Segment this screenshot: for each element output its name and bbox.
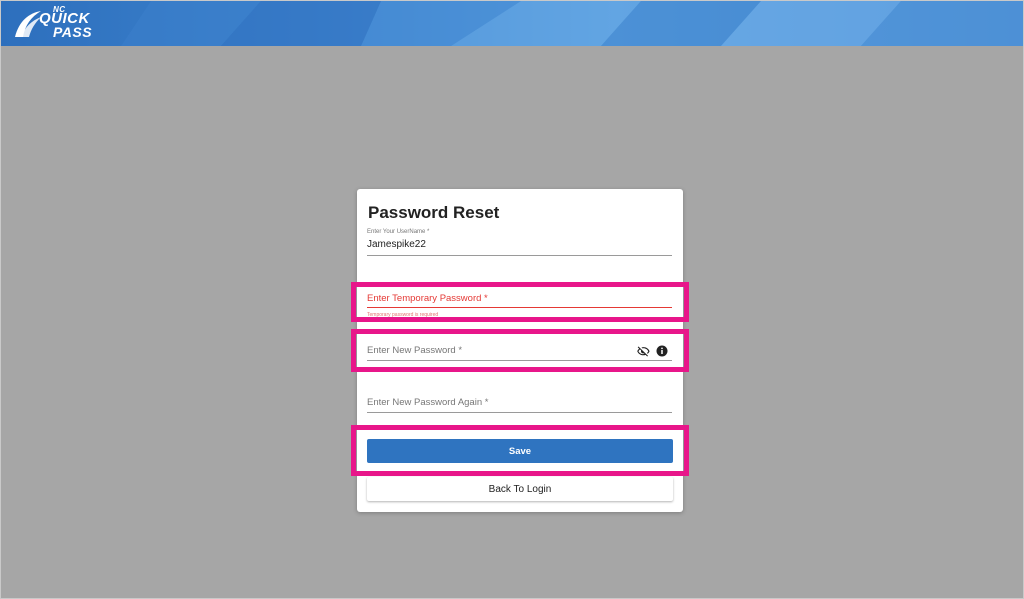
new-password-again-label: Enter New Password Again *: [367, 397, 489, 408]
highlight-temporary-password: [351, 282, 689, 322]
username-underline: [367, 255, 672, 256]
highlight-new-password: [351, 329, 689, 372]
logo-pass-text: PASS: [53, 24, 93, 40]
page-title: Password Reset: [368, 203, 500, 222]
nc-quick-pass-logo[interactable]: NC QUICK PASS: [13, 5, 113, 41]
username-input[interactable]: [367, 239, 667, 250]
page-frame: NC QUICK PASS Password Reset Enter Your …: [0, 0, 1024, 599]
new-password-again-field[interactable]: Enter New Password Again *: [367, 397, 672, 417]
username-label: Enter Your UserName *: [367, 229, 430, 235]
header-bar: NC QUICK PASS: [1, 1, 1023, 46]
highlight-save-button: [351, 425, 689, 476]
new-password-again-underline: [367, 412, 672, 413]
back-to-login-button[interactable]: Back To Login: [367, 477, 673, 501]
header-pattern: [121, 1, 1023, 46]
username-field[interactable]: Enter Your UserName *: [367, 229, 672, 257]
